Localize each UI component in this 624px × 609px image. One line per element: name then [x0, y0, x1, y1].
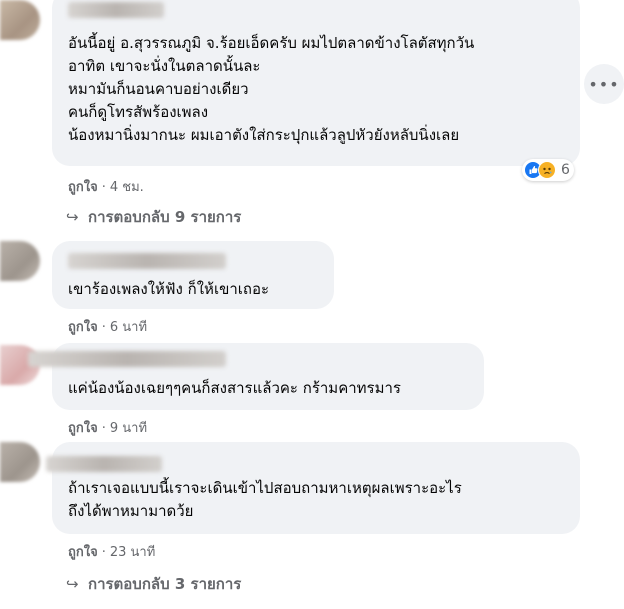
- comment-bubble: อันนี้อยู่ อ.สุวรรณภูมิ จ.ร้อยเอ็ดครับ ผ…: [52, 0, 580, 166]
- separator-dot: ·: [101, 180, 106, 195]
- comment-timestamp[interactable]: 9 นาที: [110, 421, 147, 436]
- avatar[interactable]: [0, 442, 40, 482]
- comment-actions: ถูกใจ · 4 ชม.: [68, 176, 144, 197]
- like-button[interactable]: ถูกใจ: [68, 421, 98, 436]
- comment-text: แค่น้องน้องเฉยๆๆคนก็สงสารแล้วคะ กร้ามคาท…: [68, 379, 401, 397]
- more-icon: •••: [588, 74, 620, 94]
- comment-actions: ถูกใจ · 6 นาที: [68, 316, 147, 337]
- separator-dot: ·: [101, 421, 106, 436]
- like-button[interactable]: ถูกใจ: [68, 545, 98, 560]
- like-button[interactable]: ถูกใจ: [68, 320, 98, 335]
- comment-bubble: ถ้าเราเจอแบบนี้เราจะเดินเข้าไปสอบถามหาเห…: [46, 442, 580, 534]
- like-button[interactable]: ถูกใจ: [68, 180, 98, 195]
- avatar[interactable]: [0, 0, 40, 40]
- replies-label: การตอบกลับ 3 รายการ: [88, 575, 242, 593]
- separator-dot: ·: [101, 320, 106, 335]
- comment-timestamp[interactable]: 6 นาที: [110, 320, 147, 335]
- view-replies-link[interactable]: ↪ การตอบกลับ 9 รายการ: [66, 205, 241, 229]
- avatar[interactable]: [0, 241, 40, 281]
- comment-text: อันนี้อยู่ อ.สุวรรณภูมิ จ.ร้อยเอ็ดครับ ผ…: [68, 34, 475, 144]
- comment-actions: ถูกใจ · 23 นาที: [68, 541, 155, 562]
- view-replies-link[interactable]: ↪ การตอบกลับ 3 รายการ: [66, 572, 241, 596]
- comment-timestamp[interactable]: 4 ชม.: [110, 180, 144, 195]
- more-options-button[interactable]: •••: [584, 64, 624, 104]
- comment-bubble: แค่น้องน้องเฉยๆๆคนก็สงสารแล้วคะ กร้ามคาท…: [28, 343, 484, 410]
- author-name-blurred[interactable]: [46, 456, 162, 472]
- author-name-blurred[interactable]: [28, 351, 226, 367]
- author-name-blurred[interactable]: [68, 2, 164, 18]
- comment-text: ถ้าเราเจอแบบนี้เราจะเดินเข้าไปสอบถามหาเห…: [68, 479, 462, 520]
- reactions-summary[interactable]: 6: [522, 159, 574, 181]
- sad-icon: [538, 161, 556, 179]
- author-name-blurred[interactable]: [68, 253, 226, 269]
- comment-timestamp[interactable]: 23 นาที: [110, 545, 155, 560]
- comment-text: เขาร้องเพลงให้ฟัง ก็ให้เขาเถอะ: [68, 280, 270, 298]
- reaction-count: 6: [561, 162, 570, 178]
- separator-dot: ·: [101, 545, 106, 560]
- reply-arrow-icon: ↪: [66, 575, 79, 593]
- comment-bubble: เขาร้องเพลงให้ฟัง ก็ให้เขาเถอะ: [52, 241, 334, 309]
- reply-arrow-icon: ↪: [66, 208, 79, 226]
- comment-actions: ถูกใจ · 9 นาที: [68, 417, 147, 438]
- replies-label: การตอบกลับ 9 รายการ: [88, 208, 242, 226]
